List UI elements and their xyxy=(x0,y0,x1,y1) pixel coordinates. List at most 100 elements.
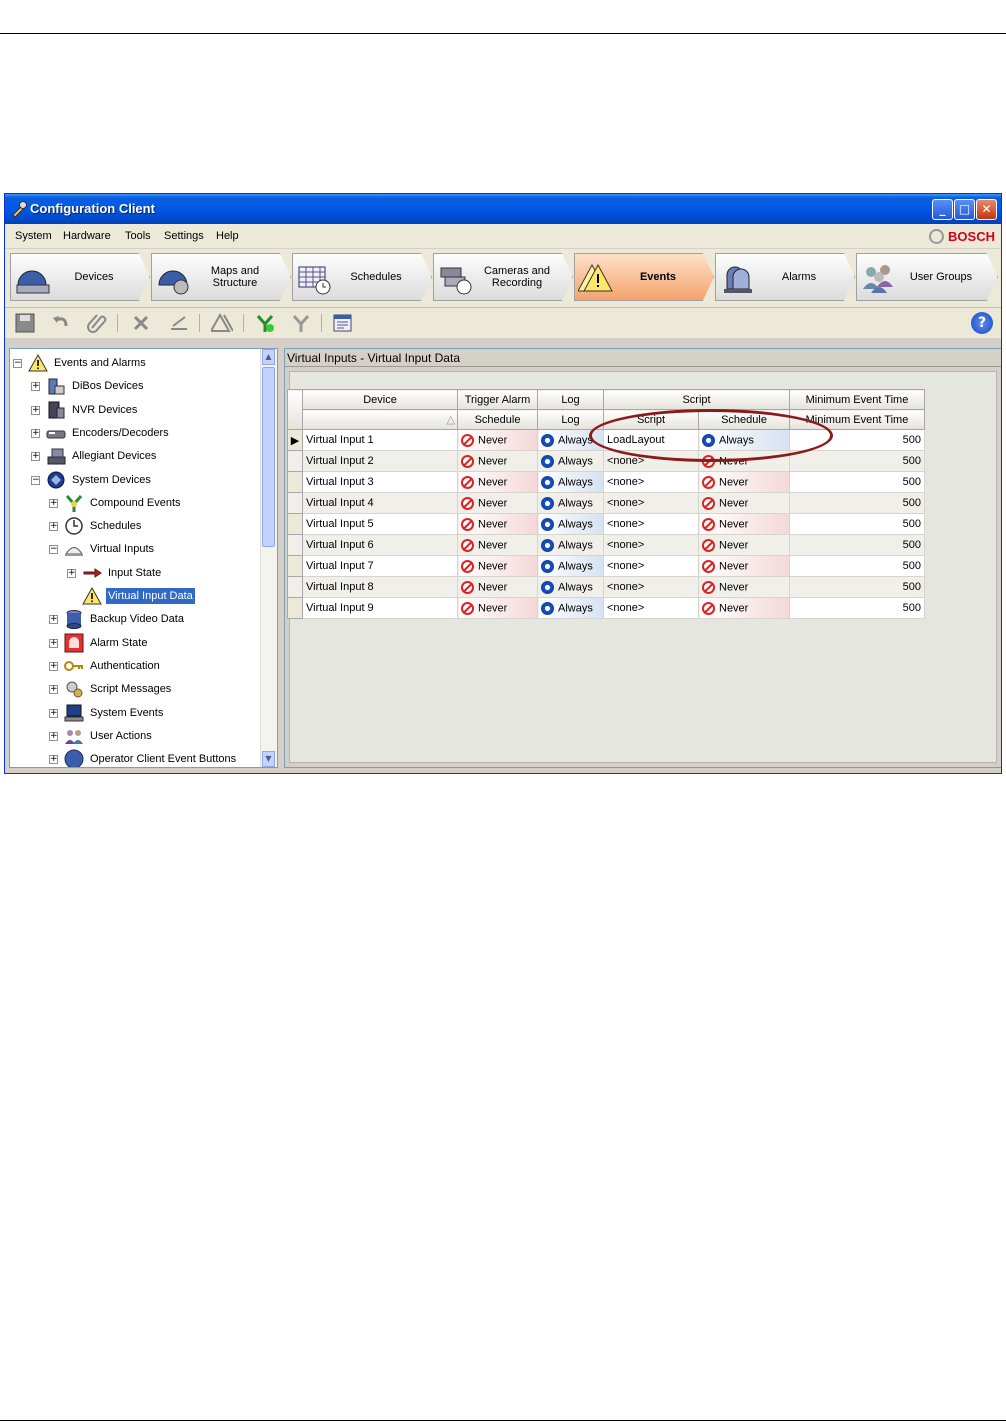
device-cell[interactable]: Virtual Input 3 xyxy=(302,471,458,493)
row-selector[interactable] xyxy=(287,576,303,598)
tree-item[interactable]: Operator Client Event Buttons xyxy=(64,749,238,767)
minimum-event-time-cell[interactable]: 500 xyxy=(789,429,925,451)
collapse-icon[interactable]: − xyxy=(13,359,22,368)
collapse-icon[interactable]: − xyxy=(49,545,58,555)
script-schedule-cell[interactable]: Never xyxy=(698,450,790,472)
col-minimum-event-time[interactable]: Minimum Event Time xyxy=(789,409,925,430)
table-row[interactable]: Virtual Input 4 Never Always <none> Never 500 xyxy=(287,492,925,514)
tab-user-groups[interactable]: User Groups xyxy=(856,253,998,301)
alarm-schedule-cell[interactable]: Never xyxy=(457,576,538,598)
minimum-event-time-cell[interactable]: 500 xyxy=(789,534,925,556)
tree-item[interactable]: Encoders/Decoders xyxy=(46,423,171,443)
log-cell[interactable]: Always xyxy=(537,471,604,493)
alarm-schedule-cell[interactable]: Never xyxy=(457,534,538,556)
script-schedule-cell[interactable]: Never xyxy=(698,555,790,577)
minimum-event-time-cell[interactable]: 500 xyxy=(789,492,925,514)
table-row[interactable]: Virtual Input 6 Never Always <none> Never 500 xyxy=(287,534,925,556)
log-cell[interactable]: Always xyxy=(537,492,604,514)
tab-events[interactable]: Events xyxy=(574,253,714,301)
tree-item[interactable]: Events and Alarms xyxy=(28,353,148,373)
menu-tools[interactable]: Tools xyxy=(125,230,151,242)
row-selector[interactable] xyxy=(287,534,303,556)
tab-alarms[interactable]: Alarms xyxy=(715,253,855,301)
expand-icon[interactable]: + xyxy=(49,755,58,765)
title-bar[interactable]: Configuration Client _ □ ✕ xyxy=(5,194,1001,224)
script-schedule-cell[interactable]: Never xyxy=(698,513,790,535)
add-compound-event-icon[interactable] xyxy=(254,312,276,334)
expand-icon[interactable]: + xyxy=(49,685,58,695)
minimum-event-time-cell[interactable]: 500 xyxy=(789,597,925,619)
script-schedule-cell[interactable]: Never xyxy=(698,597,790,619)
alarm-schedule-cell[interactable]: Never xyxy=(457,471,538,493)
device-cell[interactable]: Virtual Input 4 xyxy=(302,492,458,514)
log-cell[interactable]: Always xyxy=(537,450,604,472)
minimum-event-time-cell[interactable]: 500 xyxy=(789,513,925,535)
table-row[interactable]: Virtual Input 8 Never Always <none> Never 500 xyxy=(287,576,925,598)
tree-item[interactable]: Script Messages xyxy=(64,679,173,699)
log-cell[interactable]: Always xyxy=(537,576,604,598)
collapse-icon[interactable]: − xyxy=(31,475,40,485)
col-group-device[interactable]: Device xyxy=(302,389,458,410)
tab-schedules[interactable]: Schedules xyxy=(292,253,432,301)
alarm-schedule-cell[interactable]: Never xyxy=(457,555,538,577)
expand-icon[interactable]: + xyxy=(49,708,58,718)
script-schedule-cell[interactable]: Never xyxy=(698,492,790,514)
tree-item[interactable]: Authentication xyxy=(64,656,162,676)
expand-icon[interactable]: + xyxy=(31,382,40,392)
tree-item[interactable]: User Actions xyxy=(64,726,154,746)
tree-item[interactable]: Input State xyxy=(82,563,163,583)
minimum-event-time-cell[interactable]: 500 xyxy=(789,471,925,493)
tree-item[interactable]: DiBos Devices xyxy=(46,376,146,396)
script-cell[interactable]: <none> xyxy=(603,492,699,514)
attach-icon[interactable] xyxy=(86,312,108,334)
expand-icon[interactable]: + xyxy=(31,405,40,415)
tab-devices[interactable]: Devices xyxy=(10,253,150,301)
tree-item[interactable]: Backup Video Data xyxy=(64,609,186,630)
alarm-schedule-cell[interactable]: Never xyxy=(457,450,538,472)
row-selector[interactable] xyxy=(287,597,303,619)
minimize-button[interactable]: _ xyxy=(932,199,953,220)
script-cell[interactable]: <none> xyxy=(603,555,699,577)
device-cell[interactable]: Virtual Input 2 xyxy=(302,450,458,472)
script-cell[interactable]: <none> xyxy=(603,534,699,556)
tree-scrollbar[interactable]: ▲ ▼ xyxy=(260,349,277,767)
tab-maps-and-structure[interactable]: Maps and Structure xyxy=(151,253,291,301)
table-row[interactable]: Virtual Input 7 Never Always <none> Never 500 xyxy=(287,555,925,577)
script-cell[interactable]: <none> xyxy=(603,576,699,598)
device-cell[interactable]: Virtual Input 6 xyxy=(302,534,458,556)
table-row[interactable]: Virtual Input 2 Never Always <none> Never 500 xyxy=(287,450,925,472)
maximize-button[interactable]: □ xyxy=(954,199,975,220)
log-cell[interactable]: Always xyxy=(537,513,604,535)
script-editor-icon[interactable] xyxy=(332,312,354,334)
log-cell[interactable]: Always xyxy=(537,534,604,556)
alarm-schedule-cell[interactable]: Never xyxy=(457,492,538,514)
menu-system[interactable]: System xyxy=(15,230,52,242)
col-alarm-schedule[interactable]: Schedule xyxy=(457,409,538,430)
edit-compound-event-icon[interactable] xyxy=(290,312,312,334)
add-alarm-icon[interactable] xyxy=(211,312,233,334)
tree-item[interactable]: Compound Events xyxy=(64,493,183,513)
row-selector[interactable]: ▶ xyxy=(287,429,303,451)
device-cell[interactable]: Virtual Input 7 xyxy=(302,555,458,577)
col-script[interactable]: Script xyxy=(603,409,699,430)
tree-item[interactable]: NVR Devices xyxy=(46,400,139,420)
alarm-schedule-cell[interactable]: Never xyxy=(457,597,538,619)
row-selector[interactable] xyxy=(287,555,303,577)
script-cell[interactable]: <none> xyxy=(603,471,699,493)
device-cell[interactable]: Virtual Input 8 xyxy=(302,576,458,598)
save-icon[interactable] xyxy=(14,312,36,334)
table-row[interactable]: Virtual Input 3 Never Always <none> Never 500 xyxy=(287,471,925,493)
scroll-thumb[interactable] xyxy=(262,367,275,547)
device-cell[interactable]: Virtual Input 1 xyxy=(302,429,458,451)
tree-item[interactable]: System Events xyxy=(64,703,165,723)
expand-icon[interactable]: + xyxy=(49,498,58,508)
row-selector[interactable] xyxy=(287,450,303,472)
tree-item[interactable]: Alarm State xyxy=(64,633,149,653)
script-cell[interactable]: <none> xyxy=(603,450,699,472)
rename-icon[interactable] xyxy=(168,312,190,334)
script-schedule-cell[interactable]: Never xyxy=(698,576,790,598)
alarm-schedule-cell[interactable]: Never xyxy=(457,513,538,535)
minimum-event-time-cell[interactable]: 500 xyxy=(789,576,925,598)
expand-icon[interactable]: + xyxy=(31,452,40,462)
col-log[interactable]: Log xyxy=(537,409,604,430)
